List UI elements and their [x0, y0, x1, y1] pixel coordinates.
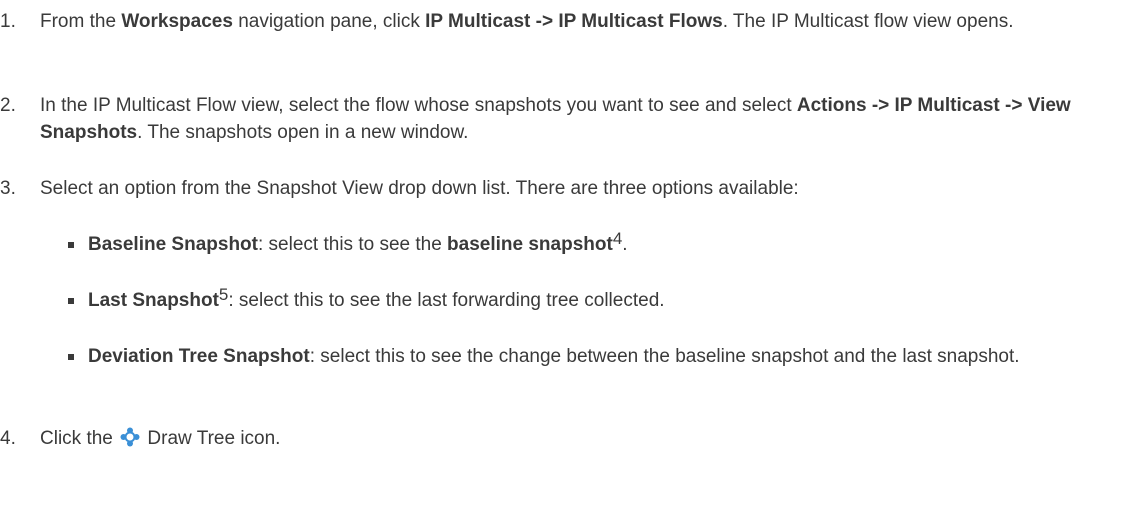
option-last-snapshot: Last Snapshot5: select this to see the l…	[68, 285, 1128, 314]
footnote-ref: 4	[612, 229, 623, 248]
step-number: 3.	[0, 178, 16, 199]
step-4: 4. Click the Draw Tree icon.	[0, 425, 1120, 452]
text-run: navigation pane, click	[232, 11, 426, 32]
step-2: 2. In the IP Multicast Flow view, select…	[0, 92, 1120, 146]
text-run: . The snapshots open in a new window.	[137, 122, 469, 143]
text-run: . The IP Multicast flow view opens.	[722, 11, 1014, 32]
draw-tree-icon	[120, 427, 140, 447]
step-number: 2.	[0, 95, 16, 116]
option-text: Deviation Tree Snapshot: select this to …	[88, 343, 1128, 370]
step-number: 4.	[0, 428, 16, 449]
workspaces-term: Workspaces	[121, 11, 233, 32]
document-body: 1. From the Workspaces navigation pane, …	[0, 0, 1133, 525]
bullet-square-icon	[68, 354, 74, 360]
text-run: Click the	[40, 428, 119, 449]
text-run: From the	[40, 11, 122, 32]
step-text: From the Workspaces navigation pane, cli…	[40, 8, 1115, 35]
menu-path: IP Multicast -> IP Multicast Flows	[425, 11, 723, 32]
step-3: 3. Select an option from the Snapshot Vi…	[0, 175, 1120, 202]
step-number: 1.	[0, 11, 16, 32]
text-run: : select this to see the change between …	[309, 346, 1020, 367]
text-run: : select this to see the	[258, 234, 448, 255]
option-name: Deviation Tree Snapshot	[88, 346, 310, 367]
step-text: Click the Draw Tree icon.	[40, 425, 1115, 452]
glossary-term: baseline snapshot	[447, 234, 613, 255]
option-deviation-tree-snapshot: Deviation Tree Snapshot: select this to …	[68, 343, 1128, 370]
text-run: : select this to see the last forwarding…	[228, 290, 665, 311]
step-1: 1. From the Workspaces navigation pane, …	[0, 8, 1120, 35]
option-text: Last Snapshot5: select this to see the l…	[88, 285, 1128, 314]
bullet-square-icon	[68, 242, 74, 248]
option-name: Baseline Snapshot	[88, 234, 258, 255]
option-name: Last Snapshot	[88, 290, 219, 311]
option-baseline-snapshot: Baseline Snapshot: select this to see th…	[68, 229, 1128, 258]
footnote-ref: 5	[218, 285, 229, 304]
step-text: Select an option from the Snapshot View …	[40, 178, 799, 199]
bullet-square-icon	[68, 298, 74, 304]
step-text: In the IP Multicast Flow view, select th…	[40, 92, 1115, 146]
option-text: Baseline Snapshot: select this to see th…	[88, 229, 1128, 258]
text-run: In the IP Multicast Flow view, select th…	[40, 95, 797, 116]
text-run: Draw Tree icon.	[142, 428, 281, 449]
text-run: .	[622, 234, 628, 255]
